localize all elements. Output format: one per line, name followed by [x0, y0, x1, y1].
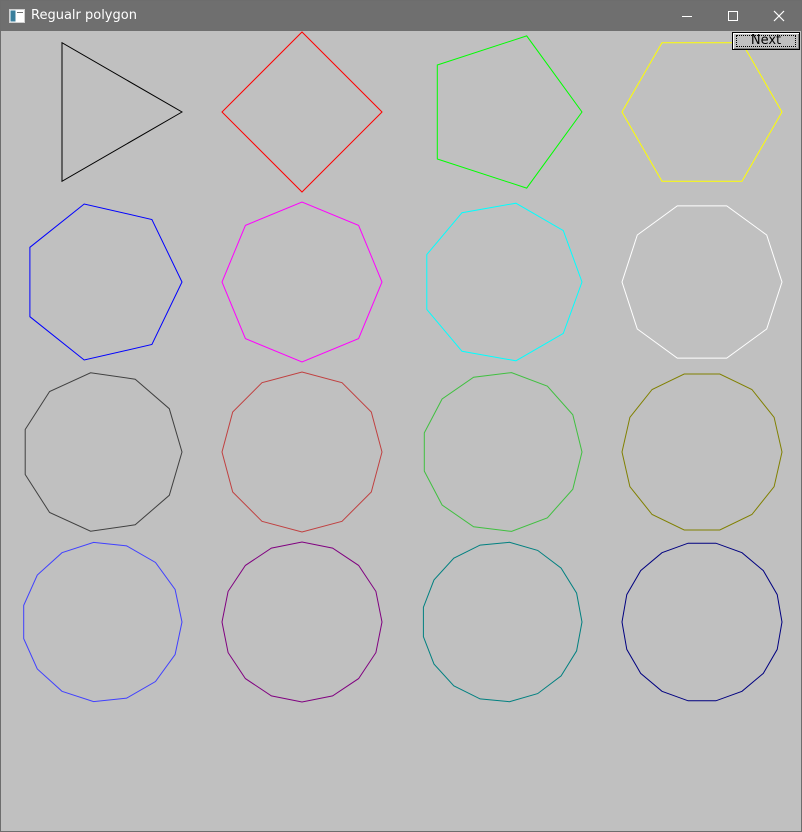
polygon-4-sides [221, 31, 383, 193]
maximize-icon [728, 11, 738, 21]
polygon-6-sides [621, 42, 783, 182]
app-window: Regualr polygon Next [0, 0, 802, 832]
polygon-canvas [23, 31, 783, 703]
maximize-button[interactable] [711, 1, 755, 31]
polygon-8-sides [221, 201, 383, 363]
polygon-18-sides [621, 542, 783, 702]
client-area: Next [1, 31, 801, 831]
polygon-16-sides [221, 541, 383, 703]
minimize-button[interactable] [665, 1, 709, 31]
next-button[interactable]: Next [732, 32, 800, 50]
polygon-5-sides [436, 35, 583, 189]
next-button-label: Next [750, 33, 782, 48]
close-icon [773, 10, 785, 22]
title-bar[interactable]: Regualr polygon [1, 1, 801, 31]
app-window-icon [9, 9, 25, 23]
minimize-icon [682, 16, 692, 17]
polygon-13-sides [423, 372, 583, 532]
polygon-11-sides [24, 372, 183, 532]
close-button[interactable] [757, 1, 801, 31]
window-title: Regualr polygon [31, 8, 137, 23]
polygon-3-sides [61, 41, 183, 183]
polygon-14-sides [621, 373, 783, 531]
polygon-15-sides [23, 541, 183, 703]
polygon-10-sides [621, 205, 783, 359]
polygon-12-sides [221, 371, 383, 533]
polygon-7-sides [29, 203, 183, 361]
polygon-17-sides [422, 541, 583, 703]
polygon-9-sides [426, 202, 583, 362]
